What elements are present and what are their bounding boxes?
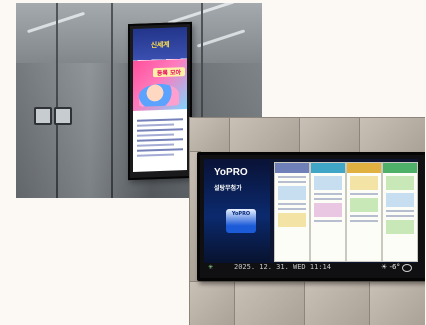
weather-readout: ☀ -6° <box>381 263 400 271</box>
ad-text-block <box>137 115 183 160</box>
yopro-brand: YoPRO <box>214 167 248 178</box>
elevator-panel <box>56 3 113 198</box>
elevator-panel <box>16 3 58 198</box>
wall-display-screen: YoPRO 설탕무첨가 YoPRO <box>204 159 418 263</box>
yopro-tagline: 설탕무첨가 <box>214 185 242 192</box>
ad-title: 신세계 <box>150 40 170 50</box>
status-date: 2025. 12. 31. WED <box>234 263 306 271</box>
display-status-bar: ✳ 2025. 12. 31. WED 11:14 ☀ -6° <box>204 263 418 273</box>
notice-poster <box>274 162 310 262</box>
wifi-icon <box>402 264 412 272</box>
yopro-pack-label: YoPRO <box>231 211 251 217</box>
wall-display: YoPRO 설탕무첨가 YoPRO ✳ 2025. 12. 31. WED 11… <box>197 152 425 281</box>
tiled-wall-photo: YoPRO 설탕무첨가 YoPRO ✳ 2025. 12. 31. WED 11… <box>189 117 425 325</box>
sun-icon: ☀ <box>381 263 388 271</box>
yopro-ad-panel: YoPRO 설탕무첨가 YoPRO <box>204 159 270 263</box>
elevator-button <box>34 107 52 125</box>
notice-poster <box>382 162 418 262</box>
display-logo: ✳ <box>208 264 214 271</box>
status-time: 11:14 <box>309 263 331 271</box>
ad-character <box>139 83 179 107</box>
notice-poster <box>310 162 346 262</box>
status-datetime: 2025. 12. 31. WED 11:14 <box>234 263 331 271</box>
notice-poster <box>346 162 382 262</box>
ad-banner-text: 등록 모아 <box>153 67 185 78</box>
vertical-display-screen: 신세계 등록 모아 <box>133 27 187 172</box>
vertical-display: 신세계 등록 모아 <box>128 21 192 181</box>
elevator-button <box>54 107 72 125</box>
temperature: -6° <box>389 263 400 271</box>
